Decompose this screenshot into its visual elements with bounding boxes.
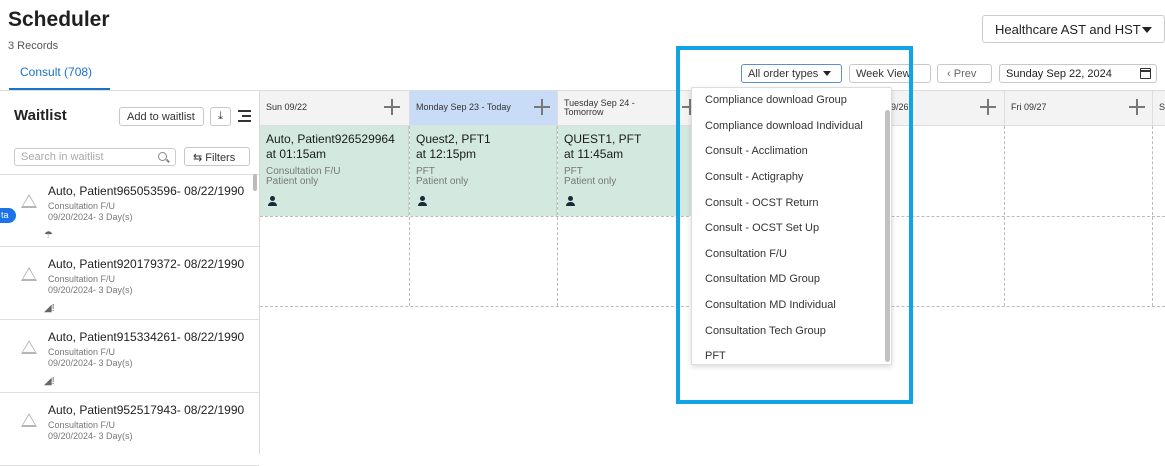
download-icon: ⤓ [218, 110, 223, 122]
waitlist-item-name: Auto, Patient952517943- 08/22/1990 [48, 403, 245, 417]
waitlist-item[interactable]: Auto, Patient915334261- 08/22/1990 Consu… [0, 321, 259, 393]
alert-icon: ◢! [44, 376, 55, 387]
day-label: S [1159, 102, 1165, 112]
appointment-time: at 12:15pm [416, 147, 477, 161]
prev-label: Prev [953, 68, 977, 80]
warning-icon [21, 267, 37, 281]
appointment-mode: Patient only [564, 176, 617, 187]
appointment-time: at 11:45am [564, 147, 624, 161]
waitlist-item-date: 09/20/2024- 3 Day(s) [48, 285, 133, 295]
day-label: Monday Sep 23 - Today [416, 102, 511, 112]
waitlist-item-name: Auto, Patient920179372- 08/22/1990 [48, 257, 245, 271]
date-value: Sunday Sep 22, 2024 [1006, 68, 1112, 80]
waitlist-item-type: Consultation F/U [48, 201, 116, 211]
filters-button[interactable]: ⇆ Filters [184, 147, 250, 166]
appointment-patient: QUEST1, PFT [564, 132, 642, 146]
appointment-mode: Patient only [416, 176, 469, 187]
search-icon [158, 152, 167, 161]
add-to-waitlist-button[interactable]: Add to waitlist [119, 107, 204, 126]
waitlist-item-date: 09/20/2024- 3 Day(s) [48, 358, 133, 368]
day-sublabel: Tomorrow [564, 107, 604, 117]
chevron-left-icon: ‹ [947, 68, 954, 80]
appointment-patient: Auto, Patient926529964 [266, 132, 395, 146]
collapse-list-icon[interactable] [238, 110, 251, 122]
day-header-fri: Fri 09/27 [1005, 91, 1153, 126]
umbrella-icon: ☂ [44, 230, 53, 241]
appointment-patient: Quest2, PFT1 [416, 132, 491, 146]
download-button[interactable]: ⤓ [210, 107, 231, 126]
day-header-sun: Sun 09/22 [260, 91, 410, 126]
warning-icon [21, 340, 37, 354]
waitlist-item-name: Auto, Patient965053596- 08/22/1990 [48, 184, 245, 198]
waitlist-item-name: Auto, Patient915334261- 08/22/1990 [48, 330, 245, 344]
day-label: Sun 09/22 [266, 102, 308, 112]
search-placeholder: Search in waitlist [21, 151, 104, 163]
day-label: Fri 09/27 [1011, 102, 1047, 112]
status-badge: ta [0, 208, 16, 223]
add-appointment-icon[interactable] [534, 99, 550, 115]
alert-icon: ◢! [44, 303, 55, 314]
waitlist-item[interactable]: Auto, Patient965053596- 08/22/1990 Consu… [0, 175, 259, 247]
organization-select[interactable]: Healthcare AST and HST [982, 15, 1165, 43]
highlight-box [676, 46, 913, 404]
prev-button[interactable]: ‹ Prev [937, 64, 992, 83]
person-icon [418, 196, 427, 206]
appointment-card[interactable]: Auto, Patient926529964 at 01:15am Consul… [260, 126, 409, 216]
calendar-icon [1140, 68, 1151, 79]
day-header-sat: S [1153, 91, 1165, 126]
page-title: Scheduler [8, 8, 110, 31]
warning-icon [21, 413, 37, 427]
waitlist-title: Waitlist [14, 107, 67, 124]
appointment-time: at 01:15am [266, 147, 327, 161]
waitlist-item[interactable]: Auto, Patient952517943- 08/22/1990 Consu… [0, 394, 259, 466]
person-icon [566, 196, 575, 206]
appointment-mode: Patient only [266, 176, 319, 187]
filter-icon: ⇆ [193, 152, 206, 164]
add-appointment-icon[interactable] [980, 99, 996, 115]
waitlist-item-date: 09/20/2024- 3 Day(s) [48, 431, 133, 441]
waitlist-item[interactable]: Auto, Patient920179372- 08/22/1990 Consu… [0, 248, 259, 320]
filters-label: Filters [205, 152, 236, 164]
waitlist-item-date: 09/20/2024- 3 Day(s) [48, 212, 133, 222]
organization-select-value: Healthcare AST and HST [995, 22, 1141, 37]
add-appointment-icon[interactable] [1129, 99, 1145, 115]
waitlist-item-type: Consultation F/U [48, 274, 116, 284]
appointment-card[interactable]: Quest2, PFT1 at 12:15pm PFT Patient only [410, 126, 557, 216]
waitlist-item-type: Consultation F/U [48, 420, 116, 430]
day-header-mon: Monday Sep 23 - Today [410, 91, 558, 126]
chevron-down-icon [1142, 27, 1152, 33]
warning-icon [21, 194, 37, 208]
tab-consult[interactable]: Consult (708) [20, 65, 92, 79]
person-icon [268, 196, 277, 206]
waitlist-item-type: Consultation F/U [48, 347, 116, 357]
waitlist-search-input[interactable]: Search in waitlist [14, 148, 176, 166]
add-appointment-icon[interactable] [384, 99, 400, 115]
record-count: 3 Records [8, 40, 59, 52]
date-picker[interactable]: Sunday Sep 22, 2024 [999, 64, 1157, 83]
